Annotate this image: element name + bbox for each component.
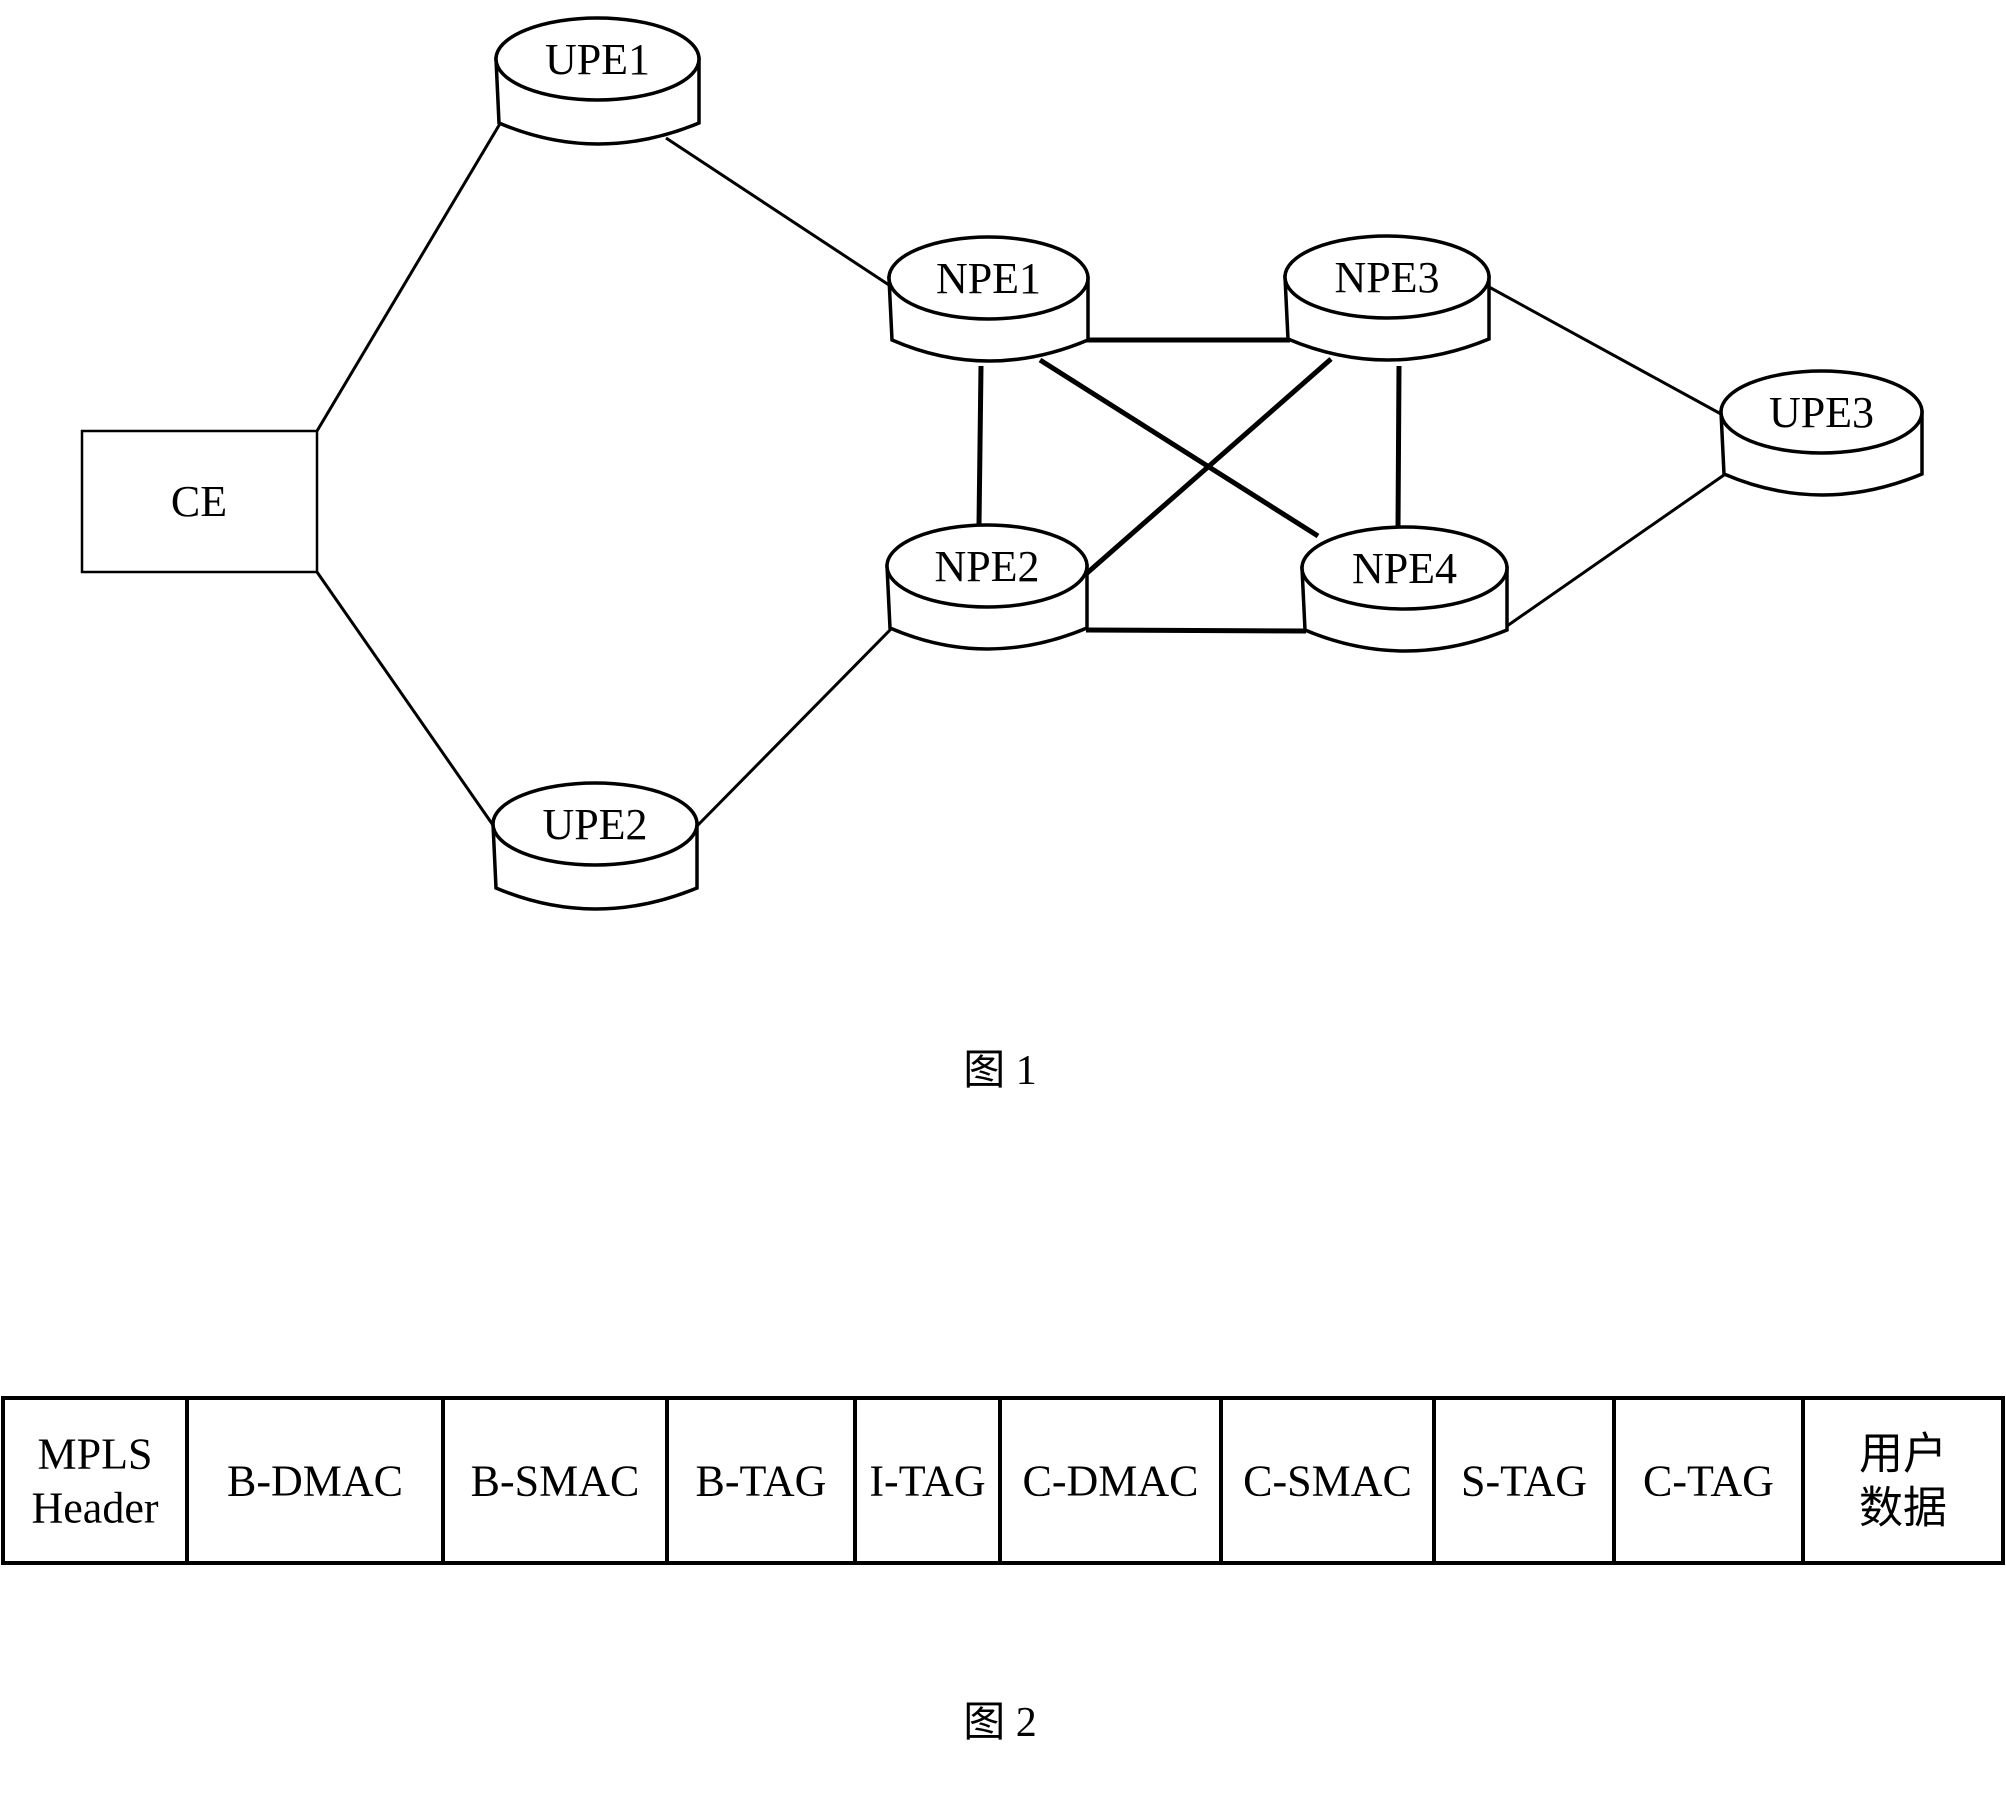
node-label: NPE3: [1334, 253, 1439, 302]
field-label: MPLS: [38, 1430, 153, 1479]
link-npe3-upe3: [1488, 285, 1722, 416]
node-upe3: UPE3: [1719, 369, 1924, 497]
field-label: C-SMAC: [1243, 1457, 1412, 1506]
node-label: NPE4: [1352, 544, 1457, 593]
field-label: B-TAG: [696, 1457, 827, 1506]
field-label: 数据: [1859, 1484, 1947, 1533]
link-npe2-npe4: [1085, 627, 1307, 634]
field-label: I-TAG: [869, 1457, 985, 1506]
field-label: B-SMAC: [471, 1457, 640, 1506]
link-npe3-npe4: [1395, 365, 1402, 529]
field-label: B-DMAC: [227, 1457, 403, 1506]
field-label: C-DMAC: [1022, 1457, 1198, 1506]
node-label: UPE2: [542, 800, 647, 849]
network-links: [315, 121, 1725, 829]
node-npe4: NPE4: [1300, 525, 1509, 653]
node-npe1: NPE1: [887, 235, 1090, 363]
node-label: NPE2: [934, 542, 1039, 591]
node-npe3: NPE3: [1283, 234, 1491, 362]
ce-device: CE: [80, 429, 319, 574]
node-upe2: UPE2: [491, 781, 699, 911]
link-npe4-upe3: [1506, 473, 1725, 628]
frame-format-table: MPLS Header B-DMAC B-SMAC B-TAG I-TAG C-DMAC C-…: [1, 1396, 2005, 1565]
node-label: NPE1: [936, 254, 1041, 303]
field-label: C-TAG: [1643, 1457, 1774, 1506]
figure-1-caption: 图 1: [963, 1048, 1037, 1094]
field-label: Header: [31, 1484, 158, 1533]
node-npe2: NPE2: [885, 523, 1089, 651]
link-ce-upe1: [315, 121, 503, 432]
node-label: UPE1: [545, 35, 650, 84]
link-upe2-npe2: [695, 626, 894, 828]
field-label: S-TAG: [1461, 1457, 1587, 1506]
link-npe1-npe4: [1038, 357, 1320, 539]
link-ce-upe2: [315, 571, 497, 829]
node-label: UPE3: [1769, 388, 1874, 437]
link-upe1-npe1: [665, 136, 890, 287]
link-npe1-npe2: [976, 365, 984, 526]
field-label: 用户: [1859, 1430, 1947, 1479]
figure-2-caption: 图 2: [963, 1700, 1037, 1746]
ce-label: CE: [171, 477, 227, 526]
patent-figures: CE UPE1 UPE2 UPE3 NPE1 NPE2 NPE3 NPE4 图 1 MPLS…: [1, 16, 2005, 1746]
node-upe1: UPE1: [494, 16, 701, 146]
link-npe2-npe3: [1084, 357, 1333, 576]
